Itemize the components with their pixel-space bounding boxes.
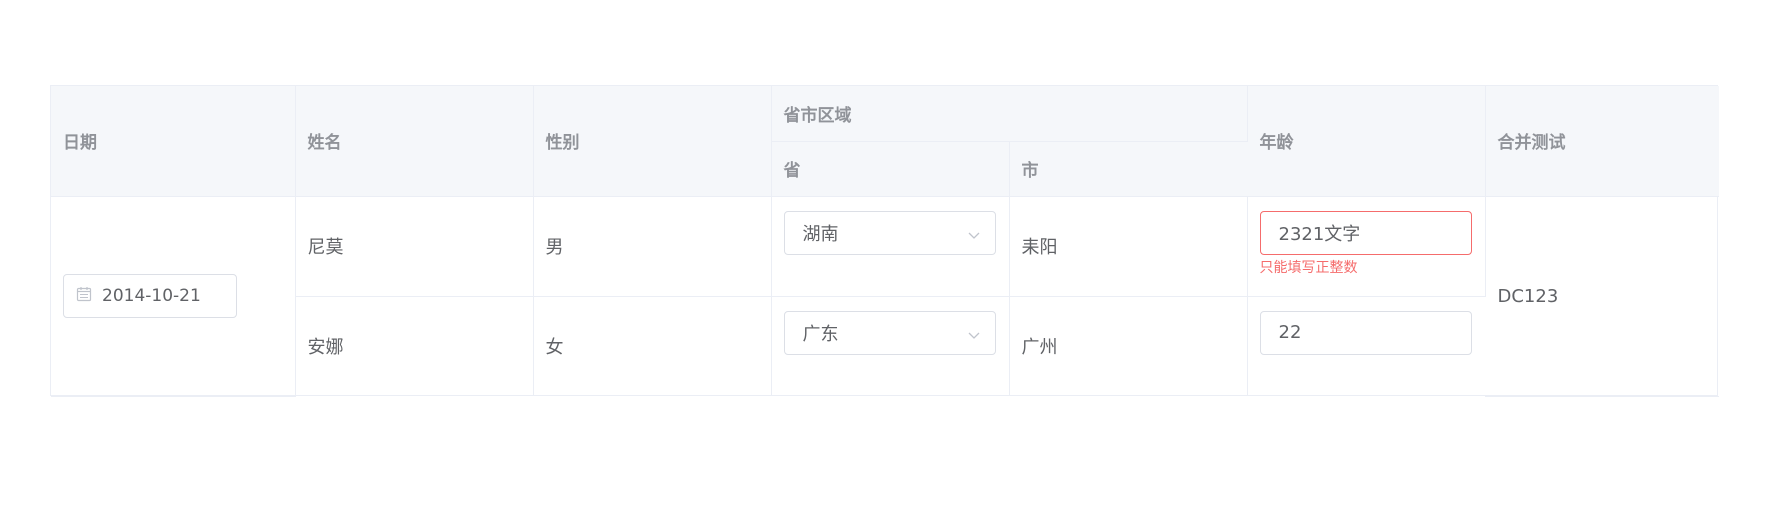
age-cell: 2321文字 只能填写正整数 <box>1247 196 1486 297</box>
name-cell: 尼莫 <box>295 196 534 297</box>
age-input[interactable]: 2321文字 <box>1259 210 1472 255</box>
age-value: 2321文字 <box>1278 223 1361 245</box>
header-name: 姓名 <box>295 86 534 197</box>
province-value: 广东 <box>802 323 839 345</box>
calendar-icon <box>76 286 92 307</box>
header-gender: 性别 <box>533 86 772 197</box>
name-cell: 安娜 <box>295 296 534 396</box>
gender-cell: 女 <box>533 296 772 396</box>
header-age: 年龄 <box>1247 86 1486 197</box>
city-cell: 耒阳 <box>1009 196 1248 297</box>
province-cell: 湖南 <box>771 196 1010 297</box>
age-cell: 22 <box>1247 296 1485 396</box>
city-cell: 广州 <box>1009 296 1248 396</box>
gender-cell: 男 <box>533 196 772 297</box>
date-cell: 2014-10-21 <box>51 196 296 397</box>
chevron-down-icon <box>967 326 981 340</box>
age-input[interactable]: 22 <box>1259 310 1472 355</box>
table-row: 安娜 女 广东 广州 22 <box>51 296 1719 396</box>
age-error-message: 只能填写正整数 <box>1259 259 1358 276</box>
merge-test-cell: DC123 <box>1485 196 1719 397</box>
header-merge-test: 合并测试 <box>1485 86 1719 197</box>
age-value: 22 <box>1278 322 1302 343</box>
province-select[interactable]: 广东 <box>783 310 996 355</box>
header-city: 市 <box>1009 141 1247 197</box>
date-picker-input[interactable]: 2014-10-21 <box>63 274 237 318</box>
chevron-down-icon <box>967 226 981 240</box>
province-cell: 广东 <box>771 296 1010 396</box>
province-value: 湖南 <box>802 223 839 245</box>
header-province: 省 <box>771 141 1010 197</box>
header-region-group: 省市区域 <box>771 86 1248 142</box>
header-date: 日期 <box>51 86 296 197</box>
data-table: 日期 姓名 性别 省市区域 年龄 合并测试 省 市 2014-10-21 尼莫 … <box>50 85 1719 397</box>
province-select[interactable]: 湖南 <box>783 210 996 255</box>
date-value: 2014-10-21 <box>102 286 201 306</box>
table-row: 2014-10-21 尼莫 男 湖南 耒阳 2321文字 只能填写正整数 DC1… <box>51 196 1719 397</box>
